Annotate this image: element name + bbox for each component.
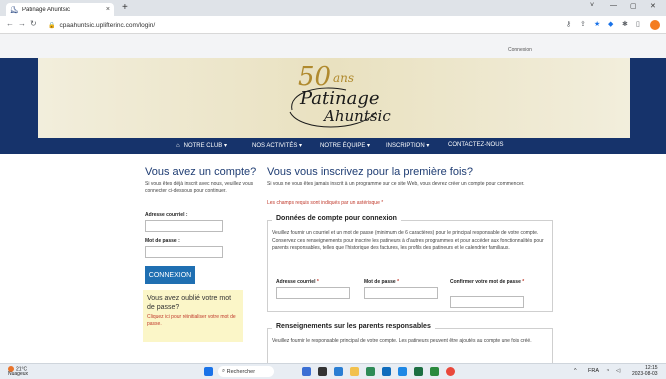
site-favicon-icon: ⛸ xyxy=(9,6,19,14)
sidebar-icon[interactable]: ▯ xyxy=(636,20,640,28)
login-title: Vous avez un compte? xyxy=(145,166,257,178)
login-password-input[interactable] xyxy=(145,246,223,258)
lock-icon: 🔒 xyxy=(48,22,56,29)
app-icon-2[interactable] xyxy=(430,367,439,376)
language-indicator[interactable]: FRA xyxy=(588,368,599,374)
address-bar-row: ← → ↻ 🔒 cpaahuntsic.uplifterinc.com/logi… xyxy=(0,16,666,34)
login-email-label: Adresse courriel : xyxy=(145,212,188,218)
register-title: Vous vous inscrivez pour la première foi… xyxy=(267,166,474,178)
nav-nos-activites[interactable]: NOS ACTIVITÉS ▾ xyxy=(252,142,302,149)
logo-patinage: Patinage xyxy=(300,88,380,109)
forgot-password-box: Vous avez oublié votre mot de passe? Cli… xyxy=(143,290,243,342)
wifi-icon[interactable]: ◔ xyxy=(606,368,609,374)
register-email-input[interactable] xyxy=(276,287,350,299)
account-description: Veuillez fournir un courriel et un mot d… xyxy=(272,230,544,251)
new-tab-icon[interactable]: + xyxy=(122,3,128,13)
connexion-link[interactable]: Connexion xyxy=(508,47,532,53)
widgets-icon[interactable] xyxy=(318,367,327,376)
task-view-icon[interactable] xyxy=(302,367,311,376)
tab-search-icon[interactable]: ˅ xyxy=(590,2,594,9)
share-icon[interactable]: ⇪ xyxy=(580,20,586,28)
mail-icon[interactable] xyxy=(382,367,391,376)
nav-inscription[interactable]: INSCRIPTION ▾ xyxy=(386,142,429,149)
register-email-label: Adresse courriel * xyxy=(276,279,319,285)
nav-contactez-nous[interactable]: CONTACTEZ-NOUS xyxy=(448,142,504,148)
forward-icon[interactable]: → xyxy=(18,19,26,28)
main-nav: ⌂ NOTRE CLUB ▾ NOS ACTIVITÉS ▾ NOTRE ÉQUI… xyxy=(0,138,666,154)
minimize-icon[interactable]: — xyxy=(610,2,617,9)
url-field[interactable]: 🔒 cpaahuntsic.uplifterinc.com/login/ xyxy=(48,19,548,31)
account-legend: Données de compte pour connexion xyxy=(272,215,401,222)
browser-tab-bar: ⛸ Patinage Ahuntsic × + ˅ — ▢ ✕ xyxy=(0,0,666,16)
windows-taskbar: 21°C Nuageux ⌕ Rechercher ^ FRA ◔ ◁ 12:1… xyxy=(0,363,666,379)
club-logo[interactable]: 50 ans Patinage Ahuntsic xyxy=(280,62,400,134)
volume-icon[interactable]: ◁ xyxy=(616,368,620,374)
site-top-strip: Connexion xyxy=(0,34,666,58)
file-explorer-icon[interactable] xyxy=(350,367,359,376)
app-icon-1[interactable] xyxy=(366,367,375,376)
register-confirm-label: Confirmer votre mot de passe * xyxy=(450,279,525,285)
required-fields-note: Les champs requis sont indiqués par un a… xyxy=(267,200,384,206)
reset-password-link[interactable]: Cliquez ici pour réinitialiser votre mot… xyxy=(147,314,239,328)
tab-title: Patinage Ahuntsic xyxy=(22,6,71,13)
login-description: Si vous êtes déjà inscrit avec nous, veu… xyxy=(145,181,254,194)
taskbar-clock[interactable]: 12:15 2023-08-03 xyxy=(632,365,658,377)
taskbar-search[interactable]: ⌕ Rechercher xyxy=(218,366,274,377)
close-window-icon[interactable]: ✕ xyxy=(650,2,656,10)
parents-legend: Renseignements sur les parents responsab… xyxy=(272,323,435,330)
extension-icon[interactable]: ◆ xyxy=(608,20,613,28)
login-password-label: Mot de passe : xyxy=(145,238,180,244)
weather-widget[interactable]: 21°C Nuageux xyxy=(8,366,28,377)
excel-icon[interactable] xyxy=(414,367,423,376)
parents-fieldset xyxy=(267,328,553,368)
start-icon[interactable] xyxy=(204,367,213,376)
connexion-button[interactable]: CONNEXION xyxy=(145,266,195,284)
url-text: cpaahuntsic.uplifterinc.com/login/ xyxy=(59,21,156,29)
forgot-password-title: Vous avez oublié votre mot de passe? xyxy=(147,295,232,311)
banner-left-edge xyxy=(0,58,38,138)
parents-description: Veuillez fournir le responsable principa… xyxy=(272,338,532,344)
register-password-input[interactable] xyxy=(364,287,438,299)
home-icon[interactable]: ⌂ xyxy=(176,143,180,149)
register-description: Si vous ne vous êtes jamais inscrit à un… xyxy=(267,181,525,187)
key-icon[interactable]: ⚷ xyxy=(566,20,571,28)
register-confirm-input[interactable] xyxy=(450,296,524,308)
chrome-icon[interactable] xyxy=(446,367,455,376)
outlook-icon[interactable] xyxy=(398,367,407,376)
tab-close-icon[interactable]: × xyxy=(106,6,110,13)
maximize-icon[interactable]: ▢ xyxy=(630,2,637,10)
banner-right-edge xyxy=(630,58,666,138)
nav-notre-club[interactable]: ⌂ NOTRE CLUB ▾ xyxy=(176,142,227,149)
reload-icon[interactable]: ↻ xyxy=(30,19,37,28)
logo-ans: ans xyxy=(333,71,355,85)
register-password-label: Mot de passe * xyxy=(364,279,400,285)
login-email-input[interactable] xyxy=(145,220,223,232)
nav-notre-equipe[interactable]: NOTRE ÉQUIPE ▾ xyxy=(320,142,370,149)
browser-tab[interactable]: ⛸ Patinage Ahuntsic × xyxy=(6,3,114,16)
logo-ahuntsic: Ahuntsic xyxy=(324,107,391,125)
bookmark-star-icon[interactable]: ★ xyxy=(594,20,600,28)
puzzle-icon[interactable]: ✱ xyxy=(622,20,628,28)
profile-avatar[interactable] xyxy=(650,20,660,30)
chat-icon[interactable] xyxy=(334,367,343,376)
back-icon[interactable]: ← xyxy=(6,19,14,28)
tray-chevron-icon[interactable]: ^ xyxy=(574,368,577,374)
